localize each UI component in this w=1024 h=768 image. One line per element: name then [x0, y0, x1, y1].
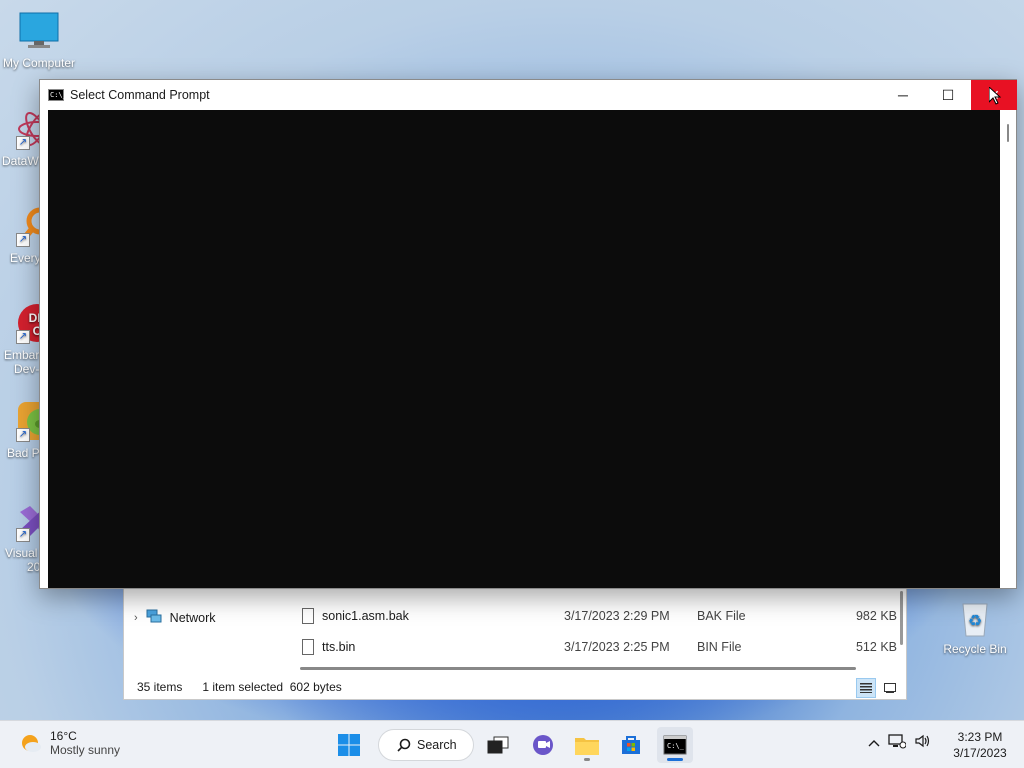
show-hidden-icons-chevron-icon[interactable] — [868, 735, 880, 750]
weather-condition: Mostly sunny — [50, 743, 121, 757]
desktop-icon-label: My Computer — [2, 56, 76, 70]
cmd-icon: C:\_ — [48, 89, 67, 101]
file-explorer-button[interactable] — [569, 727, 605, 763]
view-toggle — [856, 678, 900, 698]
details-view-icon — [860, 683, 872, 693]
taskbar: 16°C Mostly sunny Search C:\_ 3:23 PM 3/… — [0, 720, 1024, 768]
running-indicator — [584, 758, 590, 761]
svg-text:C:\_: C:\_ — [667, 742, 685, 750]
file-icon — [302, 639, 314, 655]
horizontal-scrollbar[interactable] — [300, 667, 856, 670]
command-prompt-taskbar-button[interactable]: C:\_ — [657, 727, 693, 763]
shortcut-arrow-icon: ↗ — [16, 528, 30, 542]
desktop-icon-my-computer[interactable]: My Computer — [0, 10, 79, 70]
large-icons-view-icon — [884, 683, 896, 693]
selection-size: 602 bytes — [289, 680, 342, 694]
taskbar-clock[interactable]: 3:23 PM 3/17/2023 — [948, 729, 1012, 761]
file-size: 512 KB — [855, 640, 897, 654]
recycle-bin-icon: ♻ — [954, 596, 996, 638]
chat-button[interactable] — [525, 727, 561, 763]
selection-count: 1 item selected — [202, 680, 284, 694]
svg-text:♻: ♻ — [968, 611, 982, 630]
console-area[interactable] — [48, 110, 1000, 588]
file-type: BIN File — [697, 640, 742, 654]
shortcut-arrow-icon: ↗ — [16, 330, 30, 344]
file-size: 982 KB — [855, 609, 897, 623]
taskbar-search[interactable]: Search — [378, 729, 474, 761]
network-icon — [146, 609, 162, 626]
chevron-right-icon[interactable]: › — [134, 612, 138, 624]
command-prompt-window[interactable]: C:\_ Select Command Prompt ─ ☐ ✕ — [39, 79, 1017, 589]
shortcut-arrow-icon: ↗ — [16, 136, 30, 150]
desktop-icon-label: Recycle Bin — [943, 642, 1007, 656]
search-icon — [397, 738, 411, 752]
network-status-icon[interactable] — [888, 733, 907, 752]
search-label: Search — [417, 738, 457, 752]
minimize-icon: ─ — [898, 87, 908, 103]
windows-logo-icon — [338, 734, 360, 756]
nav-item-label: Network — [169, 610, 216, 625]
title-bar[interactable]: C:\_ Select Command Prompt ─ ☐ ✕ — [40, 80, 1017, 110]
terminal-icon: C:\_ — [663, 735, 687, 755]
chat-icon — [533, 735, 553, 755]
store-button[interactable] — [613, 727, 649, 763]
file-date: 3/17/2023 2:25 PM — [564, 640, 670, 654]
maximize-icon: ☐ — [941, 86, 955, 103]
console-scrollbar[interactable] — [1000, 110, 1016, 588]
large-icons-view-button[interactable] — [880, 678, 900, 698]
file-row[interactable]: tts.bin 3/17/2023 2:25 PM BIN File 512 K… — [302, 634, 897, 660]
weather-widget[interactable]: 16°C Mostly sunny — [18, 729, 120, 757]
vertical-scrollbar[interactable] — [900, 591, 903, 645]
item-count: 35 items — [137, 680, 183, 694]
file-name: tts.bin — [322, 640, 356, 654]
shortcut-arrow-icon: ↗ — [16, 428, 30, 442]
file-row[interactable]: sonic1.asm.bak 3/17/2023 2:29 PM BAK Fil… — [302, 603, 897, 629]
selection-info: 1 item selected 602 bytes — [202, 680, 341, 694]
nav-item-network[interactable]: › Network — [134, 609, 216, 626]
folder-icon — [575, 738, 599, 755]
weather-temp: 16°C — [50, 729, 77, 743]
scrollbar-thumb[interactable] — [1007, 124, 1009, 142]
file-type: BAK File — [697, 609, 746, 623]
task-view-button[interactable] — [480, 727, 516, 763]
volume-icon[interactable] — [914, 733, 932, 752]
file-icon — [302, 608, 314, 624]
clock-time: 3:23 PM — [957, 730, 1003, 744]
mouse-cursor-icon — [988, 85, 1002, 108]
start-button[interactable] — [331, 727, 367, 763]
clock-date: 3/17/2023 — [953, 746, 1007, 760]
status-bar: 35 items 1 item selected 602 bytes — [124, 673, 908, 701]
sun-cloud-icon — [18, 731, 42, 755]
system-tray — [868, 733, 932, 752]
store-icon — [622, 736, 640, 754]
desktop-icon-recycle-bin[interactable]: ♻ Recycle Bin — [935, 596, 1015, 656]
minimize-button[interactable]: ─ — [880, 80, 926, 110]
monitor-icon — [18, 10, 60, 52]
file-date: 3/17/2023 2:29 PM — [564, 609, 670, 623]
file-name: sonic1.asm.bak — [322, 609, 409, 623]
maximize-button[interactable]: ☐ — [925, 80, 971, 110]
active-indicator — [667, 758, 683, 761]
task-view-icon — [487, 736, 509, 754]
details-view-button[interactable] — [856, 678, 876, 698]
window-title: Select Command Prompt — [70, 88, 210, 102]
shortcut-arrow-icon: ↗ — [16, 233, 30, 247]
